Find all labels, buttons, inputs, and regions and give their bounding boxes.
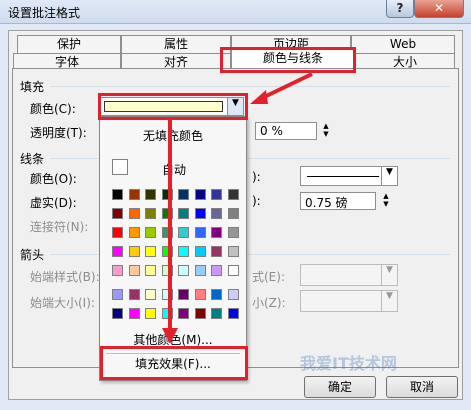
cancel-button[interactable]: 取消 [386,376,458,398]
watermark-text: 我爱IT技术网 [300,354,397,373]
arrow-head-vertical [162,328,178,344]
ok-button[interactable]: 确定 [304,376,376,398]
arrow-head-upper [250,90,268,104]
annotation-arrows [162,72,313,344]
arrow-line-upper [261,72,313,100]
